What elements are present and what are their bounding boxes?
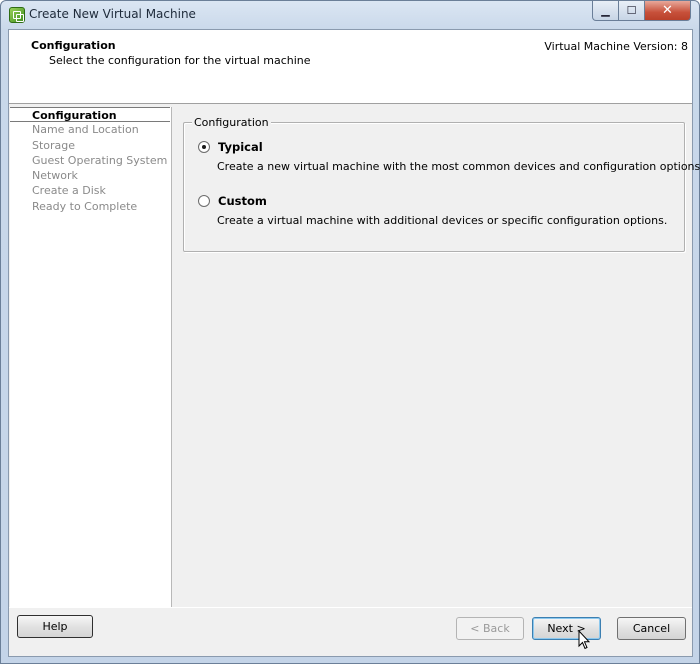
- window-controls: ▁ ☐ ✕: [592, 1, 691, 21]
- custom-option[interactable]: Custom: [198, 194, 267, 208]
- typical-option[interactable]: Typical: [198, 140, 263, 154]
- step-guest-operating-system: Guest Operating System: [32, 153, 168, 167]
- minimize-icon: ▁: [601, 4, 610, 17]
- custom-label[interactable]: Custom: [218, 194, 267, 208]
- footer-divider: [9, 607, 692, 608]
- maximize-icon: ☐: [626, 4, 637, 17]
- next-button[interactable]: Next >: [532, 617, 601, 640]
- window-title: Create New Virtual Machine: [29, 7, 196, 21]
- step-network: Network: [32, 169, 78, 183]
- cancel-button[interactable]: Cancel: [617, 617, 686, 640]
- page-title: Configuration: [31, 39, 116, 52]
- step-ready-to-complete: Ready to Complete: [32, 199, 138, 213]
- minimize-button[interactable]: ▁: [592, 1, 619, 21]
- page-subtitle: Select the configuration for the virtual…: [49, 54, 311, 67]
- step-create-a-disk: Create a Disk: [32, 184, 106, 198]
- close-icon: ✕: [662, 3, 673, 18]
- maximize-button[interactable]: ☐: [619, 1, 645, 21]
- typical-description: Create a new virtual machine with the mo…: [217, 160, 700, 173]
- help-button[interactable]: Help: [17, 615, 93, 638]
- vsphere-app-icon: [9, 7, 25, 23]
- mouse-cursor-icon: [578, 630, 590, 650]
- wizard-client-area: Configuration Select the configuration f…: [8, 29, 700, 657]
- step-name-and-location: Name and Location: [32, 123, 139, 137]
- vm-version-label: Virtual Machine Version: 8: [544, 40, 688, 53]
- typical-radio[interactable]: [198, 141, 210, 153]
- back-button[interactable]: < Back: [456, 617, 524, 640]
- wizard-main-panel: Configuration Typical Create a new virtu…: [173, 107, 700, 607]
- step-configuration[interactable]: Configuration: [10, 107, 170, 123]
- custom-description: Create a virtual machine with additional…: [217, 214, 668, 227]
- step-storage: Storage: [32, 138, 76, 152]
- close-button[interactable]: ✕: [645, 1, 691, 21]
- wizard-steps-sidebar: Configuration Name and Location Storage …: [10, 107, 172, 607]
- title-bar[interactable]: Create New Virtual Machine ▁ ☐ ✕: [1, 1, 699, 29]
- typical-label[interactable]: Typical: [218, 140, 263, 154]
- groupbox-label: Configuration: [192, 116, 271, 129]
- wizard-header: Configuration Select the configuration f…: [9, 30, 692, 104]
- create-vm-window: Create New Virtual Machine ▁ ☐ ✕ Configu…: [0, 0, 700, 664]
- configuration-groupbox: Configuration Typical Create a new virtu…: [183, 116, 700, 252]
- custom-radio[interactable]: [198, 195, 210, 207]
